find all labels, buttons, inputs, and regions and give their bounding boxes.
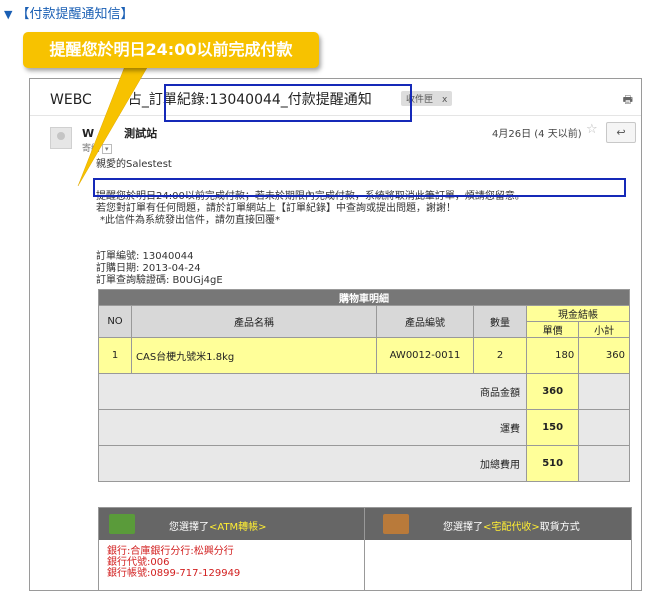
cart-table: 購物車明細 NO 產品名稱 產品編號 數量 現金結帳 單價 小計 1 CAS台梗… bbox=[98, 289, 630, 482]
payment-delivery-prefix: 您選擇了 bbox=[443, 522, 483, 533]
email-date: 4月26日 (4 天以前) bbox=[492, 129, 582, 140]
highlight-box-reminder bbox=[93, 178, 626, 197]
col-qty: 數量 bbox=[473, 305, 527, 338]
email-screenshot: WEBC 占_訂單紀錄:13040044_付款提醒通知 收件匣 x 🖶 W 測試站 … bbox=[29, 78, 642, 591]
section-heading: ▼ 【付款提醒通知信】 bbox=[4, 3, 133, 22]
total-label-sum: 加總費用 bbox=[98, 445, 527, 482]
payment-bar: 您選擇了<ATM轉帳> 您選擇了<宅配代收>取貨方式 bbox=[99, 508, 631, 540]
payment-delivery-method: <宅配代收> bbox=[483, 522, 540, 533]
item-name: CAS台梗九號米1.8kg bbox=[131, 337, 377, 374]
col-product-code: 產品編號 bbox=[376, 305, 474, 338]
delivery-box-icon bbox=[383, 514, 409, 534]
body-line-2: 若您對訂單有任何問題，請於訂單網站上【訂單紀錄】中查詢或提出問題，謝謝！ bbox=[96, 203, 456, 214]
payment-delivery-text: 您選擇了<宅配代收>取貨方式 bbox=[443, 518, 580, 533]
total-spacer bbox=[578, 373, 630, 410]
reply-icon: ↩ bbox=[616, 126, 626, 139]
sender-name: W 測試站 bbox=[82, 125, 157, 141]
recipient-line: 寄給 ▾ bbox=[82, 141, 112, 154]
payment-section: 您選擇了<ATM轉帳> 您選擇了<宅配代收>取貨方式 銀行:合庫銀行分行:松興分… bbox=[98, 507, 632, 590]
triangle-down-icon: ▼ bbox=[4, 8, 13, 21]
chevron-down-icon[interactable]: ▾ bbox=[102, 144, 112, 154]
total-label-goods: 商品金額 bbox=[98, 373, 527, 410]
total-spacer bbox=[578, 409, 630, 446]
section-heading-text: 【付款提醒通知信】 bbox=[16, 7, 134, 22]
body-line-3: *此信件為系統發出信件，請勿直接回覆* bbox=[100, 215, 280, 226]
atm-icon bbox=[109, 514, 135, 534]
sender-name-part-2: 測試站 bbox=[124, 127, 158, 140]
print-icon[interactable]: 🖶 bbox=[623, 91, 633, 110]
total-value-goods: 360 bbox=[525, 373, 580, 410]
item-no: 1 bbox=[98, 337, 132, 374]
item-unit-price: 180 bbox=[525, 337, 580, 374]
total-row: 運費 150 bbox=[98, 409, 630, 446]
item-qty: 2 bbox=[473, 337, 527, 374]
sender-row: W 測試站 寄給 ▾ 4月26日 (4 天以前) ☆ ↩ bbox=[30, 119, 641, 154]
bank-code: 銀行代號:006 bbox=[107, 557, 170, 568]
subject-part-1: WEBC bbox=[50, 92, 92, 108]
star-icon[interactable]: ☆ bbox=[586, 122, 598, 137]
callout-bubble: 提醒您於明日24:00以前完成付款 bbox=[23, 32, 319, 68]
payment-divider bbox=[364, 508, 365, 590]
payment-delivery-suffix: 取貨方式 bbox=[539, 522, 580, 533]
order-verify-code: 訂單查詢驗證碼: B0UGj4gE bbox=[96, 275, 223, 286]
total-value-shipping: 150 bbox=[525, 409, 580, 446]
sender-name-part-1: W bbox=[82, 127, 95, 140]
col-product-name: 產品名稱 bbox=[131, 305, 377, 338]
col-cash: 現金結帳 bbox=[526, 305, 630, 322]
avatar bbox=[50, 127, 72, 149]
item-code: AW0012-0011 bbox=[376, 337, 474, 374]
payment-atm-text: 您選擇了<ATM轉帳> bbox=[169, 518, 267, 533]
item-subtotal: 360 bbox=[578, 337, 630, 374]
total-label-shipping: 運費 bbox=[98, 409, 527, 446]
order-number: 訂單編號: 13040044 bbox=[96, 251, 194, 262]
total-row: 加總費用 510 bbox=[98, 445, 630, 482]
total-spacer bbox=[578, 445, 630, 482]
order-date: 訂購日期: 2013-04-24 bbox=[96, 263, 201, 274]
payment-atm-prefix: 您選擇了 bbox=[169, 522, 209, 533]
bank-account: 銀行帳號:0899-717-129949 bbox=[107, 568, 241, 579]
total-value-sum: 510 bbox=[525, 445, 580, 482]
greeting: 親愛的Salestest bbox=[96, 159, 172, 170]
highlight-box-subject bbox=[164, 84, 412, 122]
col-no: NO bbox=[98, 305, 132, 338]
total-row: 商品金額 360 bbox=[98, 373, 630, 410]
bank-name: 銀行:合庫銀行分行:松興分行 bbox=[107, 546, 234, 557]
table-row: 1 CAS台梗九號米1.8kg AW0012-0011 2 180 360 bbox=[98, 337, 630, 374]
col-subtotal: 小計 bbox=[578, 321, 630, 338]
bank-info: 銀行:合庫銀行分行:松興分行 銀行代號:006 銀行帳號:0899-717-12… bbox=[107, 546, 240, 579]
reply-button[interactable]: ↩ bbox=[606, 122, 636, 143]
col-unit-price: 單價 bbox=[525, 321, 580, 338]
cart-title: 購物車明細 bbox=[98, 289, 630, 306]
to-me-text: 寄給 bbox=[82, 144, 101, 154]
payment-atm-method: <ATM轉帳> bbox=[209, 522, 267, 533]
